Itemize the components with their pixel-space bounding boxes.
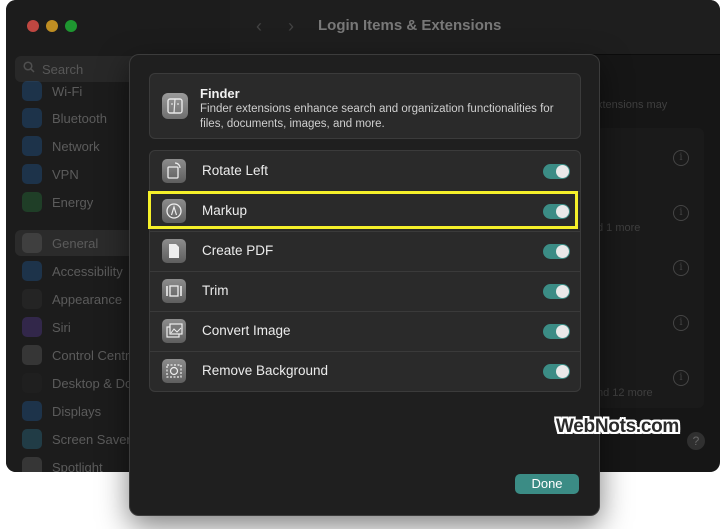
extension-label: Convert Image [202,323,291,338]
extension-row-convert-image: Convert Image [150,311,580,352]
extension-label: Rotate Left [202,163,269,178]
extension-row-create-pdf: Create PDF [150,231,580,272]
app-title: Finder [200,86,240,101]
extension-label: Create PDF [202,243,274,258]
extension-list: Rotate Left Markup Create PDF Trim Conve… [149,150,581,392]
toggle-knob [556,245,569,258]
extension-row-trim: Trim [150,271,580,312]
finder-icon [162,93,188,119]
convert-image-icon [162,319,186,343]
convert-image-toggle[interactable] [543,324,570,339]
create-pdf-toggle[interactable] [543,244,570,259]
remove-background-toggle[interactable] [543,364,570,379]
extension-label: Trim [202,283,229,298]
highlight-box [148,191,578,229]
done-button[interactable]: Done [515,474,579,494]
remove-background-icon [162,359,186,383]
toggle-knob [556,285,569,298]
toggle-knob [556,165,569,178]
extension-row-rotate-left: Rotate Left [150,151,580,192]
app-header-card: Finder Finder extensions enhance search … [149,73,581,139]
rotate-left-toggle[interactable] [543,164,570,179]
create-pdf-icon [162,239,186,263]
toggle-knob [556,325,569,338]
extension-row-remove-background: Remove Background [150,351,580,391]
extensions-sheet: Finder Finder extensions enhance search … [129,54,600,516]
trim-icon [162,279,186,303]
trim-toggle[interactable] [543,284,570,299]
rotate-left-icon [162,159,186,183]
watermark: WebNots.com [556,416,680,437]
app-description: Finder extensions enhance search and org… [200,103,554,130]
toggle-knob [556,365,569,378]
extension-label: Remove Background [202,363,329,378]
